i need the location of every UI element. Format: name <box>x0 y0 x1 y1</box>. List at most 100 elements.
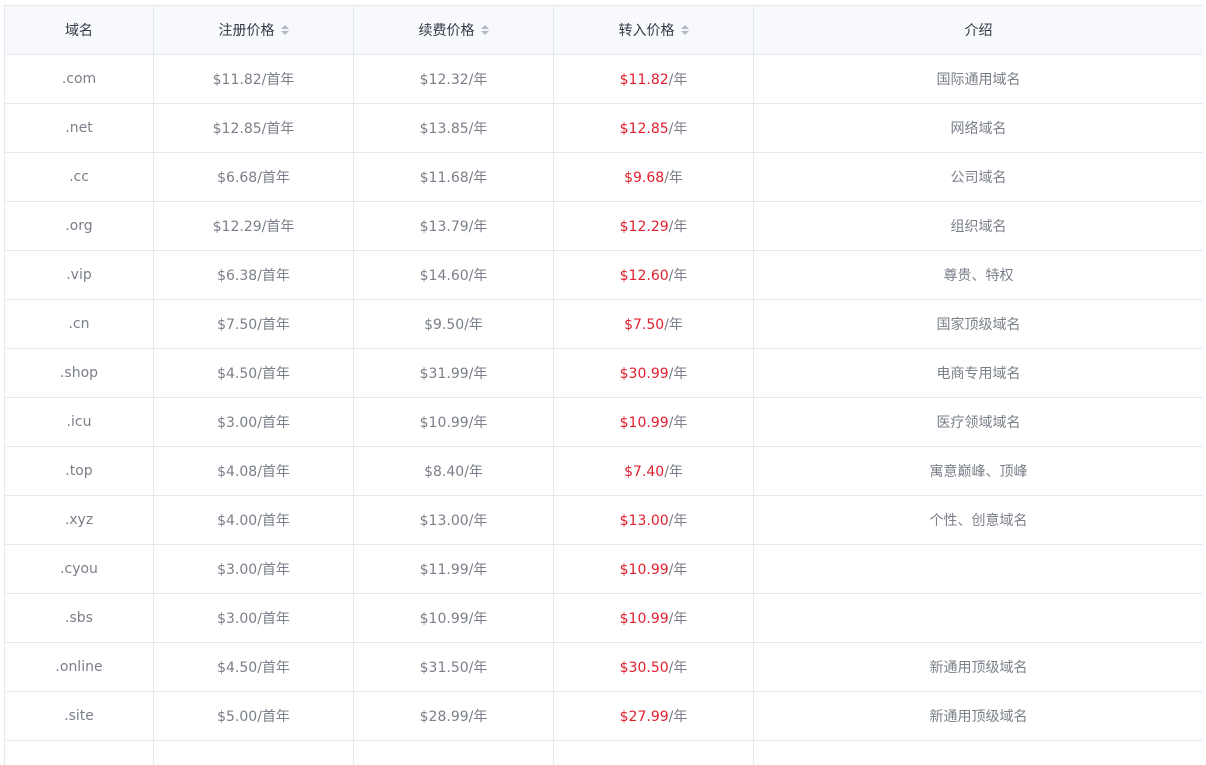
register-price-cell: $4.50/首年 <box>154 643 354 692</box>
renew-unit: /年 <box>469 366 488 382</box>
renew-price-cell: $28.99/年 <box>354 692 554 741</box>
register-unit: /首年 <box>257 660 290 676</box>
register-unit: /首年 <box>257 415 290 431</box>
domain-price-table-container: 域名 注册价格 续费价格 转入价格 <box>4 5 1203 765</box>
table-row: .sbs$3.00/首年$10.99/年$10.99/年 <box>5 594 1204 643</box>
domain-cell: .org <box>5 202 154 251</box>
renew-price: $10.99 <box>420 611 469 627</box>
renew-price: $13.79 <box>420 219 469 235</box>
description-cell: 寓意巅峰、顶峰 <box>754 447 1204 496</box>
transfer-price-cell: $11.82/年 <box>554 55 754 104</box>
transfer-unit: /年 <box>669 513 688 529</box>
renew-unit: /年 <box>469 219 488 235</box>
register-price-cell: $4.00/首年 <box>154 496 354 545</box>
domain-description: 医疗领域域名 <box>937 415 1021 431</box>
table-row: .cn$7.50/首年$9.50/年$7.50/年国家顶级域名 <box>5 300 1204 349</box>
renew-price: $31.50 <box>420 660 469 676</box>
description-cell: 个性、创意域名 <box>754 496 1204 545</box>
register-price: $6.68 <box>217 170 257 186</box>
transfer-price: $9.68 <box>624 170 664 186</box>
description-cell: 医疗领域域名 <box>754 398 1204 447</box>
description-cell: 公司域名 <box>754 153 1204 202</box>
transfer-price: $10.99 <box>620 415 669 431</box>
renew-unit: /年 <box>464 317 483 333</box>
description-cell <box>754 545 1204 594</box>
register-price: $6.38 <box>217 268 257 284</box>
renew-unit: /年 <box>469 513 488 529</box>
register-unit: /首年 <box>257 317 290 333</box>
sort-icon[interactable] <box>481 25 489 35</box>
header-domain: 域名 <box>5 6 154 55</box>
domain-cell: .icu <box>5 398 154 447</box>
description-cell: 新通用顶级域名 <box>754 643 1204 692</box>
domain-cell: .top <box>5 447 154 496</box>
header-description-label: 介绍 <box>965 23 993 39</box>
domain-cell: .site <box>5 692 154 741</box>
table-row <box>5 741 1204 765</box>
description-cell: 组织域名 <box>754 202 1204 251</box>
renew-price-cell: $10.99/年 <box>354 398 554 447</box>
register-price: $7.50 <box>217 317 257 333</box>
renew-unit: /年 <box>469 170 488 186</box>
sort-icon[interactable] <box>681 25 689 35</box>
domain-description: 寓意巅峰、顶峰 <box>930 464 1028 480</box>
transfer-price: $7.40 <box>624 464 664 480</box>
transfer-price-cell: $10.99/年 <box>554 398 754 447</box>
renew-price-cell: $8.40/年 <box>354 447 554 496</box>
register-unit: /首年 <box>257 170 290 186</box>
renew-price-cell: $31.99/年 <box>354 349 554 398</box>
domain-cell: .online <box>5 643 154 692</box>
transfer-price-cell: $12.29/年 <box>554 202 754 251</box>
domain-description: 个性、创意域名 <box>930 513 1028 529</box>
register-price: $3.00 <box>217 562 257 578</box>
register-price-cell: $12.85/首年 <box>154 104 354 153</box>
renew-price: $13.00 <box>420 513 469 529</box>
renew-unit: /年 <box>464 464 483 480</box>
table-row: .cc$6.68/首年$11.68/年$9.68/年公司域名 <box>5 153 1204 202</box>
table-row: .top$4.08/首年$8.40/年 $7.40/年 寓意巅峰、顶峰 <box>5 447 1204 496</box>
register-price-cell: $4.50/首年 <box>154 349 354 398</box>
domain-description: 尊贵、特权 <box>944 268 1014 284</box>
table-row: .org$12.29/首年 $13.79/年 $12.29/年组织域名 <box>5 202 1204 251</box>
description-cell <box>754 741 1204 765</box>
transfer-price-cell: $30.99/年 <box>554 349 754 398</box>
domain-name: .xyz <box>65 512 93 528</box>
transfer-unit: /年 <box>669 415 688 431</box>
domain-name: .icu <box>67 414 92 430</box>
table-row: .cyou$3.00/首年$11.99/年$10.99/年 <box>5 545 1204 594</box>
register-price-cell <box>154 741 354 765</box>
transfer-price-cell: $7.50/年 <box>554 300 754 349</box>
header-transfer-price[interactable]: 转入价格 <box>554 6 754 55</box>
renew-price-cell: $13.85/年 <box>354 104 554 153</box>
transfer-price-cell: $10.99/年 <box>554 594 754 643</box>
register-price-cell: $12.29/首年 <box>154 202 354 251</box>
renew-unit: /年 <box>469 611 488 627</box>
transfer-price: $30.50 <box>620 660 669 676</box>
header-register-price[interactable]: 注册价格 <box>154 6 354 55</box>
register-unit: /首年 <box>262 72 295 88</box>
domain-cell: .vip <box>5 251 154 300</box>
register-unit: /首年 <box>262 219 295 235</box>
header-renew-price[interactable]: 续费价格 <box>354 6 554 55</box>
domain-cell: .cyou <box>5 545 154 594</box>
renew-price-cell: $13.00/年 <box>354 496 554 545</box>
register-price-cell: $7.50/首年 <box>154 300 354 349</box>
register-price-cell: $4.08/首年 <box>154 447 354 496</box>
transfer-price-cell: $9.68/年 <box>554 153 754 202</box>
transfer-unit: /年 <box>664 317 683 333</box>
domain-cell: .cn <box>5 300 154 349</box>
renew-price: $13.85 <box>420 121 469 137</box>
register-unit: /首年 <box>257 709 290 725</box>
renew-price: $10.99 <box>420 415 469 431</box>
header-transfer-label: 转入价格 <box>619 20 675 40</box>
register-price-cell: $6.38/首年 <box>154 251 354 300</box>
domain-name: .cn <box>68 316 89 332</box>
sort-icon[interactable] <box>281 25 289 35</box>
description-cell: 网络域名 <box>754 104 1204 153</box>
domain-name: .online <box>55 659 102 675</box>
register-price: $4.08 <box>217 464 257 480</box>
register-price-cell: $3.00/首年 <box>154 545 354 594</box>
table-row: .online$4.50/首年$31.50/年$30.50/年新通用顶级域名 <box>5 643 1204 692</box>
transfer-unit: /年 <box>664 170 683 186</box>
transfer-price-cell: $12.85/年 <box>554 104 754 153</box>
